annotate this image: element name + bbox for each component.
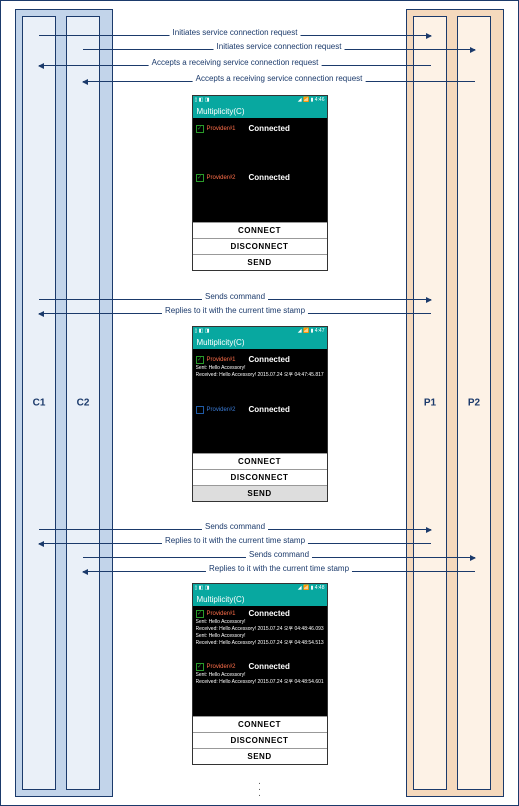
checkbox-unchecked-icon — [196, 406, 204, 414]
checkbox-checked-icon: ✓ — [196, 356, 204, 364]
provider2-row: ✓ Provider#2 Connected — [196, 169, 324, 186]
provider1-row: ✓ Provider#1 Connected — [196, 120, 324, 137]
connect-button[interactable]: CONNECT — [193, 222, 327, 238]
lifeline-label: P2 — [468, 398, 480, 409]
log-line: Received: Hello Accessory! 2015.07.24 오후… — [196, 679, 324, 686]
arrow-c2-p2-send: Sends command — [83, 557, 475, 558]
phone-screenshot-2: ▯ ◧ ◨◢ 📶 ▮ 4:47 Multiplicity(C) ✓ Provid… — [192, 326, 328, 502]
provider-lane: P1 P2 — [406, 9, 504, 797]
phone-screenshot-1: ▯ ◧ ◨◢ 📶 ▮ 4:46 Multiplicity(C) ✓ Provid… — [192, 95, 328, 271]
lifeline-label: C1 — [33, 398, 46, 409]
provider-label: Provider#1 — [207, 611, 236, 617]
log-line: Sent: Hello Accessory! — [196, 633, 324, 640]
arrow-label: Initiates service connection request — [170, 28, 301, 38]
phone-content: ✓ Provider#1 Connected ✓ Provider#2 Conn… — [193, 118, 327, 222]
phone-screenshot-3: ▯ ◧ ◨◢ 📶 ▮ 4:48 Multiplicity(C) ✓ Provid… — [192, 583, 328, 765]
checkbox-checked-icon: ✓ — [196, 663, 204, 671]
log-line: Sent: Hello Accessory! — [196, 672, 324, 679]
provider2-row: ✓ Provider#2 Connected — [196, 661, 324, 672]
arrow-label: Accepts a receiving service connection r… — [193, 74, 366, 84]
status-text: Connected — [249, 609, 290, 618]
phone-appbar: Multiplicity(C) — [193, 335, 327, 349]
sequence-diagram: C1 C2 P1 P2 Initiates service connection… — [0, 0, 519, 806]
connect-button[interactable]: CONNECT — [193, 716, 327, 732]
lifeline-p1: P1 — [413, 16, 447, 790]
connect-button[interactable]: CONNECT — [193, 453, 327, 469]
lifeline-c1: C1 — [22, 16, 56, 790]
log-line: Received: Hello Accessory! 2015.07.24 오후… — [196, 626, 324, 633]
provider-label: Provider#1 — [207, 357, 236, 363]
send-button[interactable]: SEND — [193, 748, 327, 764]
app-title: Multiplicity(C) — [197, 595, 245, 604]
arrow-p2-c2-reply: Replies to it with the current time stam… — [83, 571, 475, 572]
send-button[interactable]: SEND — [193, 254, 327, 270]
provider2-row: Provider#2 Connected — [196, 401, 324, 418]
provider1-row: ✓ Provider#1 Connected — [196, 351, 324, 365]
status-text: Connected — [249, 124, 290, 133]
arrow-p1-c1-reply: Replies to it with the current time stam… — [39, 313, 431, 314]
lifeline-label: C2 — [77, 398, 90, 409]
status-text: Connected — [249, 173, 290, 182]
arrow-label: Sends command — [246, 550, 312, 560]
consumer-lane: C1 C2 — [15, 9, 113, 797]
provider-label: Provider#2 — [207, 664, 236, 670]
phone-statusbar: ▯ ◧ ◨◢ 📶 ▮ 4:46 — [193, 96, 327, 104]
arrow-c1-p1-send: Sends command — [39, 299, 431, 300]
lifeline-label: P1 — [424, 398, 436, 409]
log-line: Received: Hello Accessory! 2015.07.24 오후… — [196, 640, 324, 647]
arrow-label: Initiates service connection request — [214, 42, 345, 52]
provider-label: Provider#1 — [207, 126, 236, 132]
arrow-p1-c1-accept: Accepts a receiving service connection r… — [39, 65, 431, 66]
phone-buttons: CONNECT DISCONNECT SEND — [193, 453, 327, 501]
arrow-label: Accepts a receiving service connection r… — [149, 58, 322, 68]
checkbox-checked-icon: ✓ — [196, 174, 204, 182]
log-line: Sent: Hello Accessory! — [196, 619, 324, 626]
lifeline-p2: P2 — [457, 16, 491, 790]
log-line: Sent: Hello Accessory! — [196, 365, 324, 372]
arrow-p1-c1-reply-2: Replies to it with the current time stam… — [39, 543, 431, 544]
arrow-p2-c2-accept: Accepts a receiving service connection r… — [83, 81, 475, 82]
arrow-label: Replies to it with the current time stam… — [206, 564, 352, 574]
provider-label: Provider#2 — [207, 407, 236, 413]
phone-content: ✓ Provider#1 Connected Sent: Hello Acces… — [193, 606, 327, 716]
phone-statusbar: ▯ ◧ ◨◢ 📶 ▮ 4:48 — [193, 584, 327, 592]
arrow-label: Replies to it with the current time stam… — [162, 536, 308, 546]
status-text: Connected — [249, 355, 290, 364]
phone-appbar: Multiplicity(C) — [193, 592, 327, 606]
app-title: Multiplicity(C) — [197, 338, 245, 347]
status-text: Connected — [249, 405, 290, 414]
arrow-label: Replies to it with the current time stam… — [162, 306, 308, 316]
disconnect-button[interactable]: DISCONNECT — [193, 732, 327, 748]
arrow-c1-p1-send-2: Sends command — [39, 529, 431, 530]
phone-buttons: CONNECT DISCONNECT SEND — [193, 716, 327, 764]
lifeline-c2: C2 — [66, 16, 100, 790]
app-title: Multiplicity(C) — [197, 107, 245, 116]
provider1-row: ✓ Provider#1 Connected — [196, 608, 324, 619]
phone-buttons: CONNECT DISCONNECT SEND — [193, 222, 327, 270]
log-line: Received: Hello Accessory! 2015.07.24 오후… — [196, 372, 324, 379]
send-button[interactable]: SEND — [193, 485, 327, 501]
disconnect-button[interactable]: DISCONNECT — [193, 238, 327, 254]
phone-statusbar: ▯ ◧ ◨◢ 📶 ▮ 4:47 — [193, 327, 327, 335]
checkbox-checked-icon: ✓ — [196, 125, 204, 133]
phone-appbar: Multiplicity(C) — [193, 104, 327, 118]
provider-label: Provider#2 — [207, 175, 236, 181]
arrow-label: Sends command — [202, 522, 268, 532]
status-text: Connected — [249, 662, 290, 671]
arrow-c1-p1-init: Initiates service connection request — [39, 35, 431, 36]
continuation-dots-icon: ··· — [258, 781, 261, 799]
disconnect-button[interactable]: DISCONNECT — [193, 469, 327, 485]
checkbox-checked-icon: ✓ — [196, 610, 204, 618]
phone-content: ✓ Provider#1 Connected Sent: Hello Acces… — [193, 349, 327, 453]
arrow-label: Sends command — [202, 292, 268, 302]
arrow-c2-p2-init: Initiates service connection request — [83, 49, 475, 50]
